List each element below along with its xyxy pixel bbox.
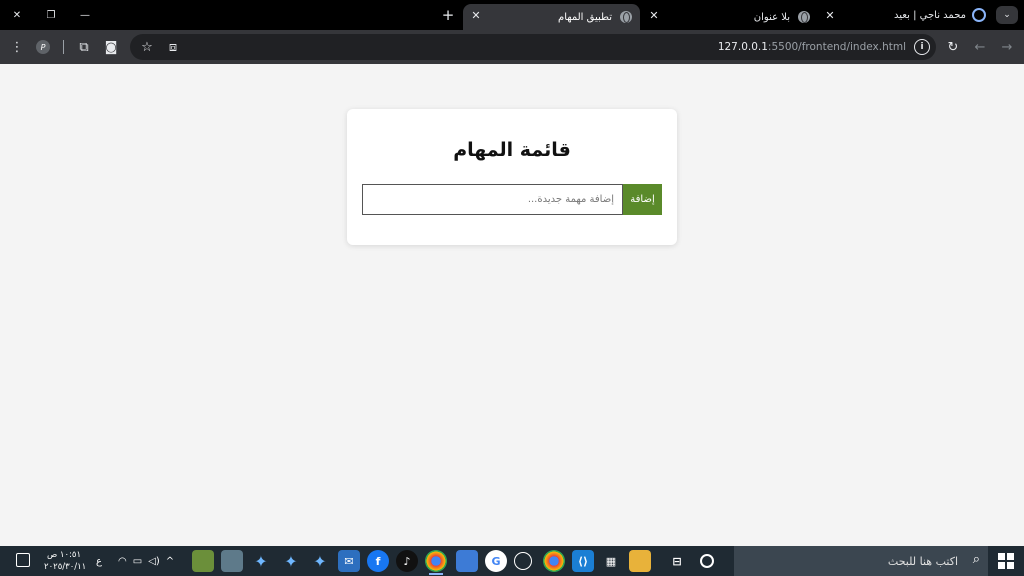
tab-untitled[interactable]: بلا عنوان — [700, 4, 818, 30]
close-icon: ✕ — [649, 8, 659, 22]
extensions-button[interactable]: ⧉ — [73, 36, 95, 58]
reload-icon: ↻ — [947, 39, 959, 55]
windows-logo-icon — [998, 553, 1005, 560]
add-task-row: إضافة — [362, 184, 662, 215]
restore-icon: ❐ — [46, 9, 56, 21]
windows-logo-icon — [1007, 562, 1014, 569]
tab-title: بلا عنوان — [753, 11, 790, 23]
globe-icon — [620, 11, 632, 23]
openai-icon[interactable] — [514, 552, 532, 570]
todo-card: قائمة المهام إضافة — [347, 109, 677, 245]
windows-taskbar: ⌕ اكتب هنا للبحث ⊟ ▦ ⟨⟩ G ♪ f ✉ ✦ ✦ ✦ ◠ … — [0, 546, 1024, 576]
puzzle-icon: ⧉ — [79, 39, 89, 55]
site-info-icon[interactable]: i — [914, 39, 930, 55]
battery-icon[interactable]: ▭ — [133, 556, 142, 567]
language-indicator[interactable]: ع — [96, 546, 102, 576]
cast-button[interactable]: ⧈ — [162, 36, 184, 58]
arrow-back-icon: ← — [974, 39, 986, 55]
taskbar-search[interactable]: ⌕ اكتب هنا للبحث — [734, 546, 988, 576]
wifi-icon[interactable]: ◠ — [118, 556, 127, 567]
tab-search-button[interactable]: ⌄ — [996, 6, 1018, 24]
tab-close-button[interactable]: ✕ — [820, 4, 840, 26]
chevron-up-icon[interactable]: ^ — [166, 556, 174, 567]
more-vert-icon: ⋮ — [10, 39, 24, 55]
tab-todo-app[interactable]: تطبيق المهام — [463, 4, 640, 30]
window-close-button[interactable]: ✕ — [0, 0, 34, 30]
close-icon: ✕ — [825, 8, 835, 22]
url-host: 127.0.0.1 — [717, 41, 768, 53]
feather-app-icon[interactable] — [456, 550, 478, 572]
chrome-active-icon[interactable] — [425, 550, 447, 575]
star-app-icon[interactable]: ✦ — [280, 550, 302, 572]
search-icon: ⌕ — [972, 552, 980, 567]
back-button[interactable]: ← — [969, 36, 991, 58]
new-tab-button[interactable]: + — [438, 4, 458, 26]
browser-toolbar: ⋮ P ⧉ ◙ ☆ ⧈ 127.0.0.1:5500/frontend/inde… — [0, 30, 1024, 64]
profile-name: محمد ناجي | بعيد — [894, 9, 966, 21]
plus-icon: + — [441, 6, 455, 24]
minimize-icon: — — [80, 9, 90, 21]
google-icon[interactable]: G — [485, 550, 507, 572]
close-icon: ✕ — [12, 9, 22, 21]
minecraft-icon[interactable] — [192, 550, 214, 572]
window-restore-button[interactable]: ❐ — [34, 0, 68, 30]
url-path: :5500/frontend/index.html — [767, 41, 906, 53]
profile-badge-icon[interactable]: P — [36, 40, 50, 54]
page-viewport: قائمة المهام إضافة — [0, 64, 1024, 546]
page-title: قائمة المهام — [453, 139, 571, 161]
star-icon: ☆ — [141, 39, 153, 55]
add-task-button[interactable]: إضافة — [623, 184, 662, 215]
notification-icon[interactable] — [16, 553, 30, 567]
profile-chip[interactable]: محمد ناجي | بعيد — [894, 4, 986, 26]
file-explorer-icon[interactable] — [629, 550, 651, 572]
windows-start-button[interactable] — [998, 553, 1014, 569]
bookmark-button[interactable]: ☆ — [136, 36, 158, 58]
globe-icon — [798, 11, 810, 23]
calculator-icon[interactable]: ▦ — [600, 550, 622, 572]
profile-avatar-icon — [972, 8, 986, 22]
volume-icon[interactable]: ◁) — [148, 556, 160, 567]
url-text[interactable]: 127.0.0.1:5500/frontend/index.html — [718, 34, 906, 60]
chrome-icon[interactable] — [543, 550, 565, 572]
tab-close-button[interactable]: ✕ — [644, 4, 664, 26]
clock-date: ٢٠٢٥/٣٠/١١ — [44, 562, 87, 572]
star-app-icon[interactable]: ✦ — [250, 550, 272, 572]
camera-icon: ◙ — [104, 39, 118, 55]
cast-icon: ⧈ — [168, 39, 178, 55]
clock[interactable]: ١٠:٥١ ص ٢٠٢٥/٣٠/١١ — [44, 549, 87, 573]
task-input[interactable] — [362, 184, 623, 215]
menu-button[interactable]: ⋮ — [6, 36, 28, 58]
mail-icon[interactable]: ✉ — [338, 550, 360, 572]
address-bar[interactable]: ☆ ⧈ 127.0.0.1:5500/frontend/index.html i — [130, 34, 936, 60]
cortana-icon[interactable] — [700, 554, 714, 568]
window-minimize-button[interactable]: — — [68, 0, 102, 30]
clock-time: ١٠:٥١ ص — [46, 550, 82, 560]
facebook-icon[interactable]: f — [367, 550, 389, 572]
forward-button[interactable]: → — [996, 36, 1018, 58]
tab-title: تطبيق المهام — [558, 11, 612, 23]
reload-button[interactable]: ↻ — [942, 36, 964, 58]
arrow-forward-icon: → — [1001, 39, 1013, 55]
windows-logo-icon — [998, 562, 1005, 569]
system-tray: ◠ ▭ ◁) ^ — [118, 546, 174, 576]
tab-close-button[interactable]: ✕ — [466, 4, 486, 26]
windows-logo-icon — [1007, 553, 1014, 560]
star-app-icon[interactable]: ✦ — [309, 550, 331, 572]
vscode-icon[interactable]: ⟨⟩ — [572, 550, 594, 572]
close-icon: ✕ — [471, 8, 481, 22]
screenshot-button[interactable]: ◙ — [100, 36, 122, 58]
toolbar-divider — [63, 40, 64, 54]
tiktok-icon[interactable]: ♪ — [396, 550, 418, 572]
edge-icon[interactable] — [221, 550, 243, 572]
chevron-down-icon: ⌄ — [1003, 10, 1011, 20]
search-placeholder: اكتب هنا للبحث — [887, 554, 958, 568]
tab-strip: ✕ ❐ — + تطبيق المهام ✕ بلا عنوان ✕ ✕ محم… — [0, 0, 1024, 30]
task-view-icon[interactable]: ⊟ — [666, 550, 688, 572]
